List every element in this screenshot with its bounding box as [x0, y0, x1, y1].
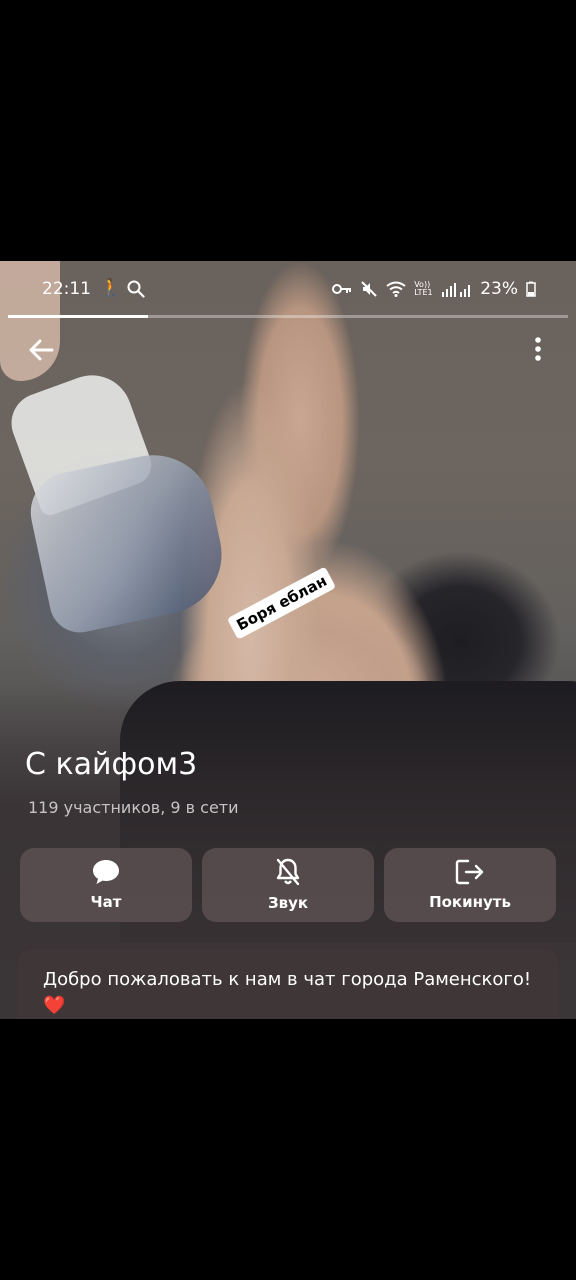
walking-icon: 🚶 — [100, 278, 122, 298]
heart-emoji: ❤️ — [43, 995, 66, 1016]
more-options-button[interactable] — [528, 335, 548, 365]
network-type-label: Vo)) LTE1 — [414, 280, 433, 297]
app-screen: Боря еблан 22:11 🚶 Vo)) LTE1 23% С кайфо… — [0, 261, 576, 1019]
search-icon — [127, 280, 145, 298]
speech-bubble-icon — [93, 860, 119, 884]
chat-description-text: Добро пожаловать к нам в чат города Раме… — [43, 969, 532, 990]
status-right-icons: Vo)) LTE1 23% — [332, 279, 536, 299]
bell-off-icon — [276, 858, 300, 886]
chat-members-count: 119 участников, 9 в сети — [28, 798, 239, 817]
key-icon — [332, 284, 352, 294]
status-time: 22:11 — [42, 279, 91, 299]
status-bar: 22:11 🚶 Vo)) LTE1 23% — [0, 261, 576, 319]
sound-button-label: Звук — [267, 894, 309, 912]
signal-icon — [442, 283, 471, 297]
battery-charging-icon — [526, 281, 536, 297]
chat-description-card: Добро пожаловать к нам в чат города Раме… — [17, 949, 559, 1019]
chat-button[interactable]: Чат — [20, 848, 192, 922]
leave-button[interactable]: Покинуть — [384, 848, 556, 922]
back-button[interactable] — [24, 333, 58, 367]
chat-description: Добро пожаловать к нам в чат города Раме… — [43, 967, 533, 1019]
arrow-left-icon — [29, 339, 54, 361]
logout-icon — [455, 859, 484, 885]
leave-button-label: Покинуть — [429, 893, 511, 911]
wifi-icon — [386, 281, 406, 297]
chat-button-label: Чат — [90, 893, 122, 911]
battery-percent: 23% — [480, 279, 518, 299]
story-progress-track — [8, 315, 568, 318]
story-progress-fill — [8, 315, 148, 318]
sound-button[interactable]: Звук — [202, 848, 374, 922]
mute-icon — [361, 281, 377, 297]
status-left-icons: 🚶 — [100, 278, 145, 298]
chat-title: С кайфом3 — [25, 747, 198, 782]
more-vertical-icon — [535, 337, 541, 361]
